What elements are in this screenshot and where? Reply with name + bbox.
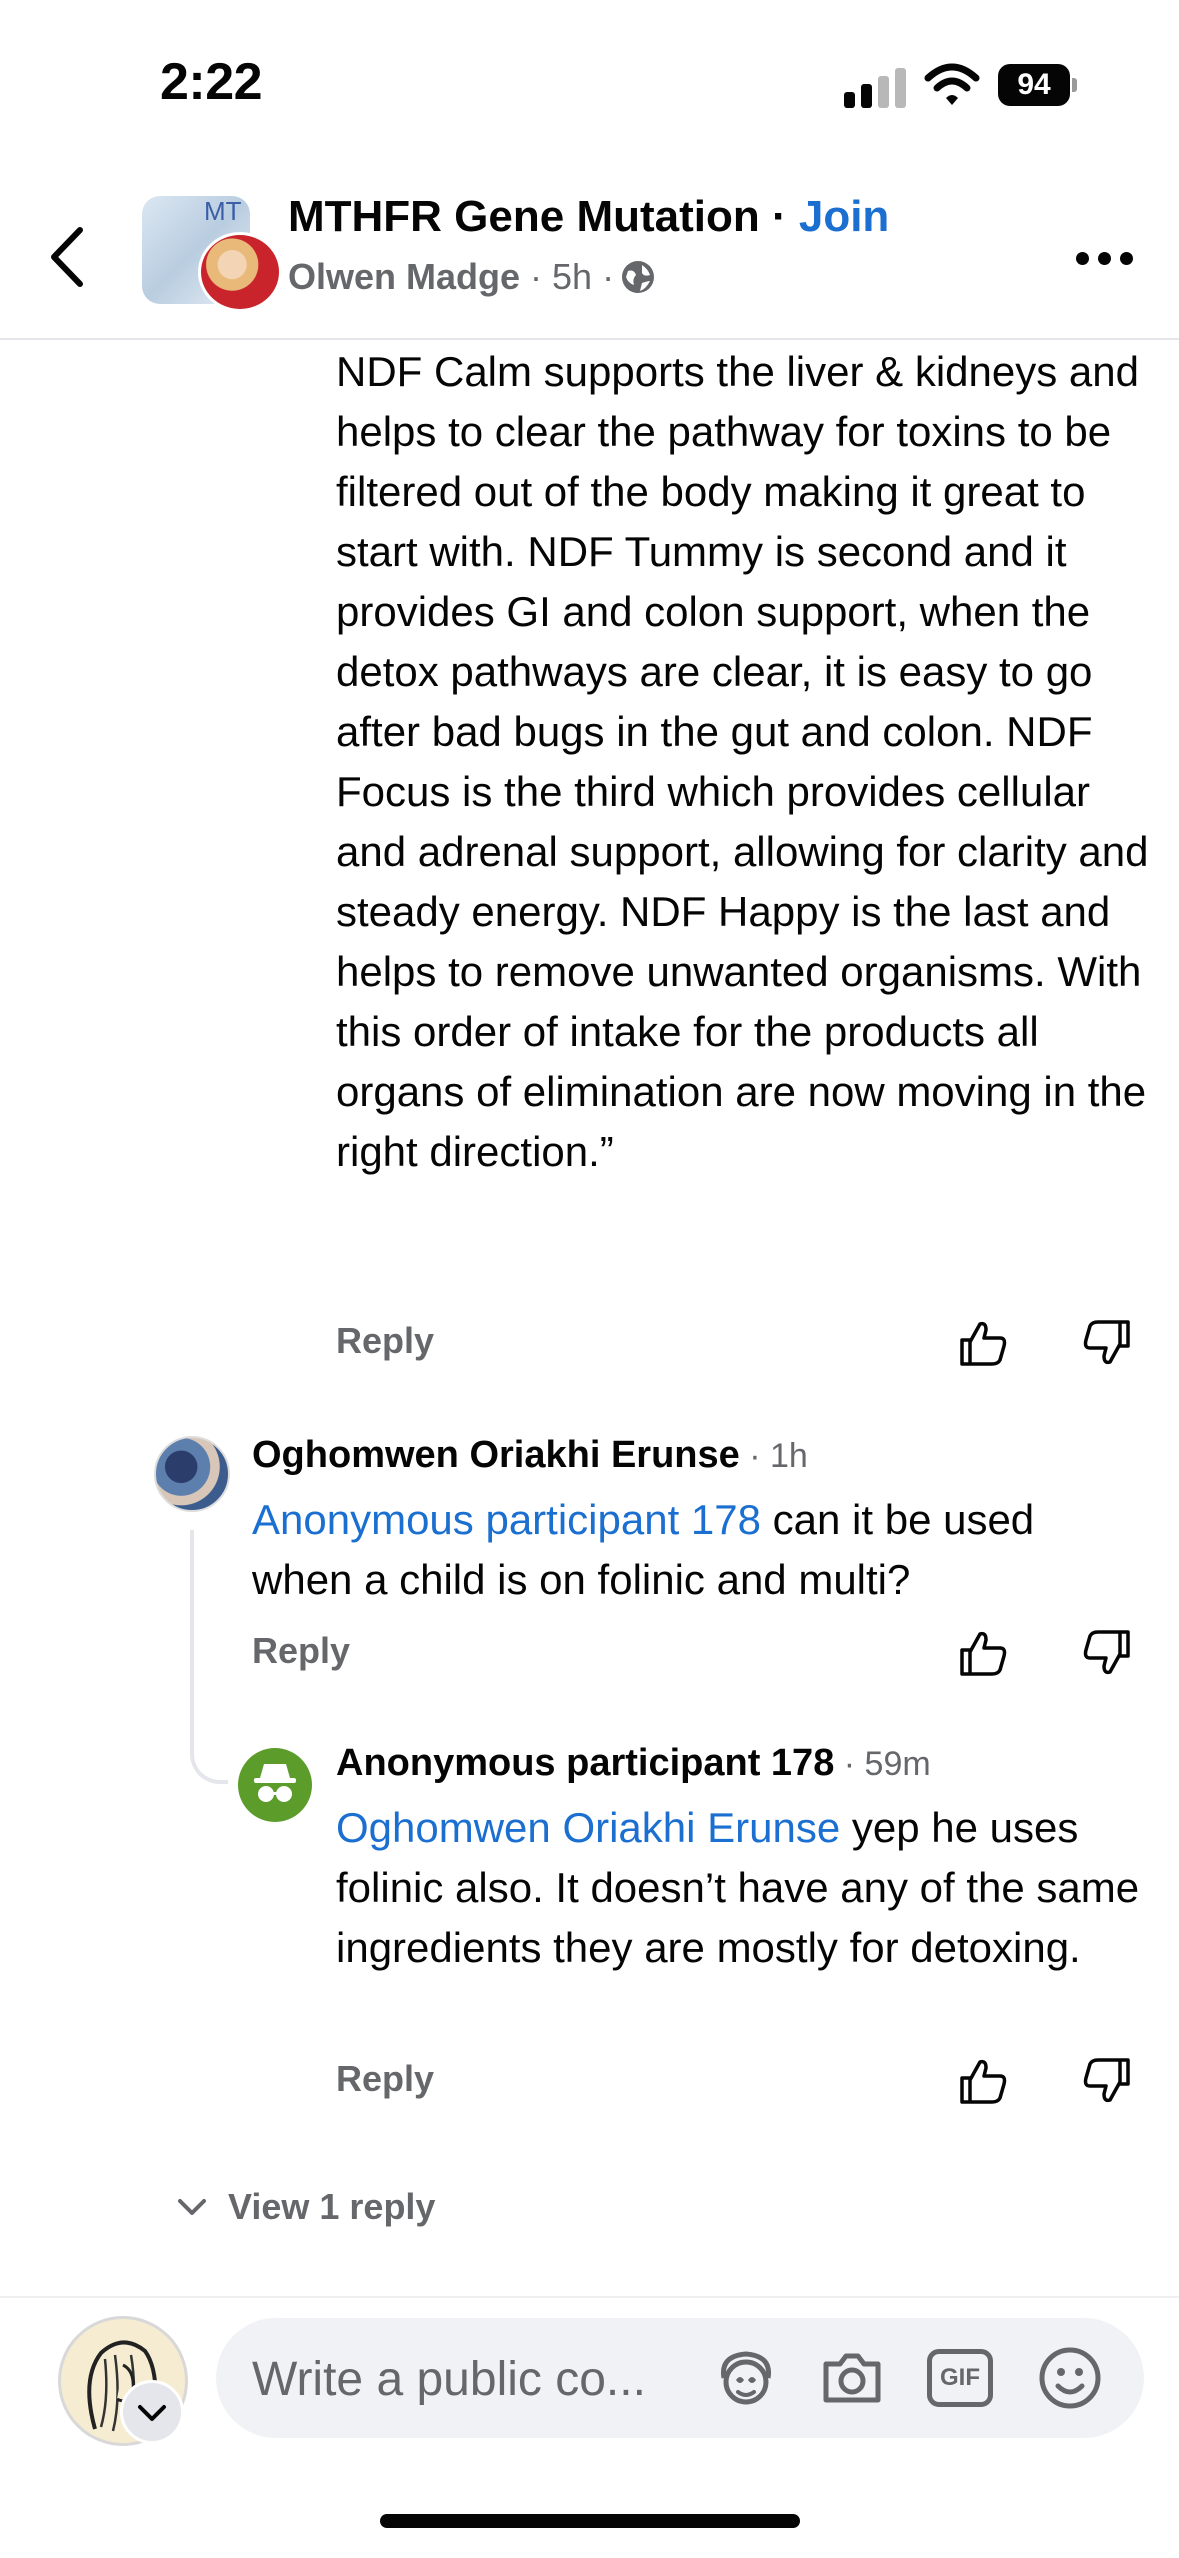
upvote-icon[interactable] <box>956 1316 1010 1370</box>
post-meta: Olwen Madge · 5h · <box>288 256 656 298</box>
mention-link[interactable]: Oghomwen Oriakhi Erunse <box>336 1804 840 1851</box>
commenter-avatar[interactable] <box>154 1436 230 1512</box>
reply-button[interactable]: Reply <box>252 1630 350 1672</box>
downvote-icon[interactable] <box>1080 1316 1134 1370</box>
camera-icon[interactable] <box>816 2342 888 2414</box>
comment-body: Oghomwen Oriakhi Erunse yep he uses foli… <box>336 1804 1140 1971</box>
comment-time[interactable]: 59m <box>865 1745 931 1783</box>
chevron-down-icon <box>138 2405 166 2421</box>
cellular-signal-icon <box>844 66 906 108</box>
upvote-icon[interactable] <box>956 1626 1010 1680</box>
commenter-name: Oghomwen Oriakhi Erunse · 1h <box>252 1434 808 1476</box>
comment-input-placeholder: Write a public co... <box>252 2353 646 2406</box>
group-avatar[interactable]: MT <box>142 196 282 312</box>
mention-link[interactable]: Anonymous participant 178 <box>252 1496 761 1543</box>
commenter-name-link[interactable]: Oghomwen Oriakhi Erunse <box>252 1434 740 1476</box>
comment-body: Anonymous participant 178 can it be used… <box>252 1496 1035 1603</box>
group-title: MTHFR Gene Mutation · Join <box>288 192 890 241</box>
view-replies-label: View 1 reply <box>228 2186 436 2227</box>
group-name-link[interactable]: MTHFR Gene Mutation <box>288 192 760 241</box>
gif-icon[interactable]: GIF <box>924 2342 996 2414</box>
battery-icon: 94 <box>998 64 1078 106</box>
author-avatar <box>198 232 282 312</box>
post-age[interactable]: 5h <box>552 256 592 298</box>
back-arrow-icon[interactable] <box>40 222 100 292</box>
downvote-icon[interactable] <box>1080 1626 1134 1680</box>
post-header: MT MTHFR Gene Mutation · Join Olwen Madg… <box>0 170 1179 340</box>
downvote-icon[interactable] <box>1080 2054 1134 2108</box>
emoji-icon[interactable] <box>1034 2342 1106 2414</box>
commenter-name-link[interactable]: Anonymous participant 178 <box>336 1742 834 1784</box>
chevron-down-icon <box>178 2199 206 2215</box>
thread-connector <box>190 1530 228 1784</box>
comment-body: NDF Calm supports the liver & kidneys an… <box>336 348 1149 1175</box>
commenter-name: Anonymous participant 178 · 59m <box>336 1742 931 1784</box>
avatar-sticker-icon[interactable] <box>710 2342 782 2414</box>
comment-input[interactable]: Write a public co... GIF <box>216 2318 1144 2438</box>
upvote-icon[interactable] <box>956 2054 1010 2108</box>
gif-label: GIF <box>927 2349 993 2407</box>
battery-level: 94 <box>998 64 1070 106</box>
more-options-icon[interactable] <box>1076 250 1134 268</box>
account-switcher-button[interactable] <box>120 2380 184 2444</box>
incognito-icon <box>254 1764 296 1802</box>
home-indicator[interactable] <box>380 2514 800 2528</box>
globe-icon <box>622 261 655 293</box>
comment-time[interactable]: 1h <box>770 1437 808 1475</box>
post-author[interactable]: Olwen Madge <box>288 256 520 298</box>
reply-button[interactable]: Reply <box>336 1320 434 1362</box>
status-time: 2:22 <box>160 53 263 111</box>
wifi-icon <box>924 63 980 105</box>
view-replies-button[interactable]: View 1 reply <box>174 2186 435 2228</box>
anonymous-avatar[interactable] <box>238 1748 312 1822</box>
join-group-button[interactable]: Join <box>799 192 889 241</box>
reply-button[interactable]: Reply <box>336 2058 434 2100</box>
